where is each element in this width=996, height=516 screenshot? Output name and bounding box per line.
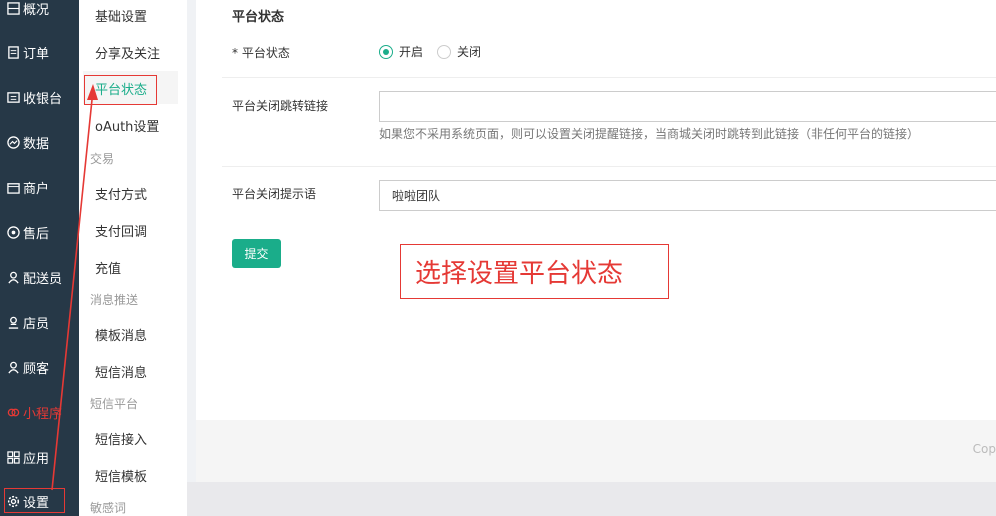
sub-group-trade: 交易 bbox=[90, 152, 115, 166]
sub-item-payment-methods[interactable]: 支付方式 bbox=[95, 184, 147, 203]
sub-item-sms-messages[interactable]: 短信消息 bbox=[95, 362, 147, 381]
nav-label: 订单 bbox=[23, 46, 50, 62]
bottom-strip bbox=[187, 482, 996, 516]
copyright-text: Cop bbox=[972, 442, 996, 456]
nav-item-overview[interactable]: 概况 bbox=[0, 0, 79, 23]
nav-item-aftersale[interactable]: 售后 bbox=[0, 217, 79, 247]
clerk-icon bbox=[6, 315, 20, 329]
sub-item-basic-settings[interactable]: 基础设置 bbox=[95, 6, 147, 25]
redirect-url-input[interactable] bbox=[379, 91, 996, 122]
aftersale-icon bbox=[6, 225, 20, 239]
main-panel: 平台状态 * 平台状态 开启 关闭 平台关闭跳转链接 如果您不采用系统页面，则可… bbox=[196, 0, 996, 420]
nav-item-customer[interactable]: 顾客 bbox=[0, 352, 79, 382]
overview-icon bbox=[6, 1, 20, 15]
order-icon bbox=[6, 45, 20, 59]
radio-checked-icon bbox=[379, 44, 393, 59]
radio-close-label: 关闭 bbox=[457, 45, 482, 59]
divider bbox=[222, 166, 996, 167]
cashier-icon bbox=[6, 90, 20, 104]
nav-label: 商户 bbox=[23, 181, 50, 197]
tip-label: 平台关闭提示语 bbox=[232, 187, 317, 201]
radio-unchecked-icon bbox=[437, 44, 451, 59]
main-nav: 概况 订单 收银台 数据 商户 售后 配送员 店员 顾客 小程序 应用 设置 bbox=[0, 0, 79, 516]
customer-icon bbox=[6, 360, 20, 374]
nav-item-cashier[interactable]: 收银台 bbox=[0, 82, 79, 112]
nav-label: 配送员 bbox=[23, 271, 63, 287]
nav-label: 售后 bbox=[23, 226, 50, 242]
nav-label: 设置 bbox=[23, 495, 50, 511]
sub-item-share-follow[interactable]: 分享及关注 bbox=[95, 43, 160, 62]
radio-close[interactable]: 关闭 bbox=[437, 43, 481, 60]
redirect-hint: 如果您不采用系统页面，则可以设置关闭提醒链接，当商城关闭时跳转到此链接（非任何平… bbox=[379, 127, 920, 141]
radio-open-label: 开启 bbox=[399, 45, 424, 59]
gear-icon bbox=[6, 494, 20, 508]
sub-item-template-messages[interactable]: 模板消息 bbox=[95, 325, 147, 344]
submit-button[interactable]: 提交 bbox=[232, 239, 281, 268]
nav-item-apps[interactable]: 应用 bbox=[0, 442, 79, 472]
sub-item-payment-callback[interactable]: 支付回调 bbox=[95, 221, 147, 240]
nav-label: 概况 bbox=[23, 2, 50, 18]
radio-open[interactable]: 开启 bbox=[379, 43, 423, 60]
nav-label: 店员 bbox=[23, 316, 50, 332]
sub-item-sms-access[interactable]: 短信接入 bbox=[95, 429, 147, 448]
sub-nav: 基础设置 分享及关注 平台状态 oAuth设置 交易 支付方式 支付回调 充值 … bbox=[79, 0, 187, 516]
sub-item-recharge[interactable]: 充值 bbox=[95, 258, 121, 277]
apps-icon bbox=[6, 450, 20, 464]
nav-label: 收银台 bbox=[23, 91, 63, 107]
nav-label: 应用 bbox=[23, 451, 50, 467]
nav-label: 顾客 bbox=[23, 361, 50, 377]
sub-item-platform-status[interactable]: 平台状态 bbox=[95, 79, 147, 98]
nav-item-settings[interactable]: 设置 bbox=[0, 486, 79, 516]
sub-group-push: 消息推送 bbox=[90, 293, 139, 307]
miniprogram-icon bbox=[6, 405, 20, 419]
divider bbox=[222, 77, 996, 78]
nav-label: 小程序 bbox=[23, 406, 63, 422]
sub-group-sensitive-words: 敏感词 bbox=[90, 501, 127, 515]
close-tip-input[interactable]: 啦啦团队 bbox=[379, 180, 996, 211]
status-label: * 平台状态 bbox=[232, 46, 290, 60]
nav-item-orders[interactable]: 订单 bbox=[0, 37, 79, 67]
footer: Cop bbox=[196, 420, 996, 482]
annotation-callout: 选择设置平台状态 bbox=[400, 244, 669, 299]
nav-item-courier[interactable]: 配送员 bbox=[0, 262, 79, 292]
courier-icon bbox=[6, 270, 20, 284]
nav-item-merchant[interactable]: 商户 bbox=[0, 172, 79, 202]
data-icon bbox=[6, 135, 20, 149]
sub-item-sms-templates[interactable]: 短信模板 bbox=[95, 466, 147, 485]
merchant-icon bbox=[6, 180, 20, 194]
nav-item-miniprogram[interactable]: 小程序 bbox=[0, 397, 79, 427]
sub-group-sms-platform: 短信平台 bbox=[90, 397, 139, 411]
section-title: 平台状态 bbox=[232, 10, 285, 25]
redirect-label: 平台关闭跳转链接 bbox=[232, 99, 329, 113]
nav-label: 数据 bbox=[23, 136, 50, 152]
gutter bbox=[187, 0, 196, 516]
nav-item-data[interactable]: 数据 bbox=[0, 127, 79, 157]
sub-item-oauth[interactable]: oAuth设置 bbox=[95, 116, 159, 135]
nav-item-clerk[interactable]: 店员 bbox=[0, 307, 79, 337]
